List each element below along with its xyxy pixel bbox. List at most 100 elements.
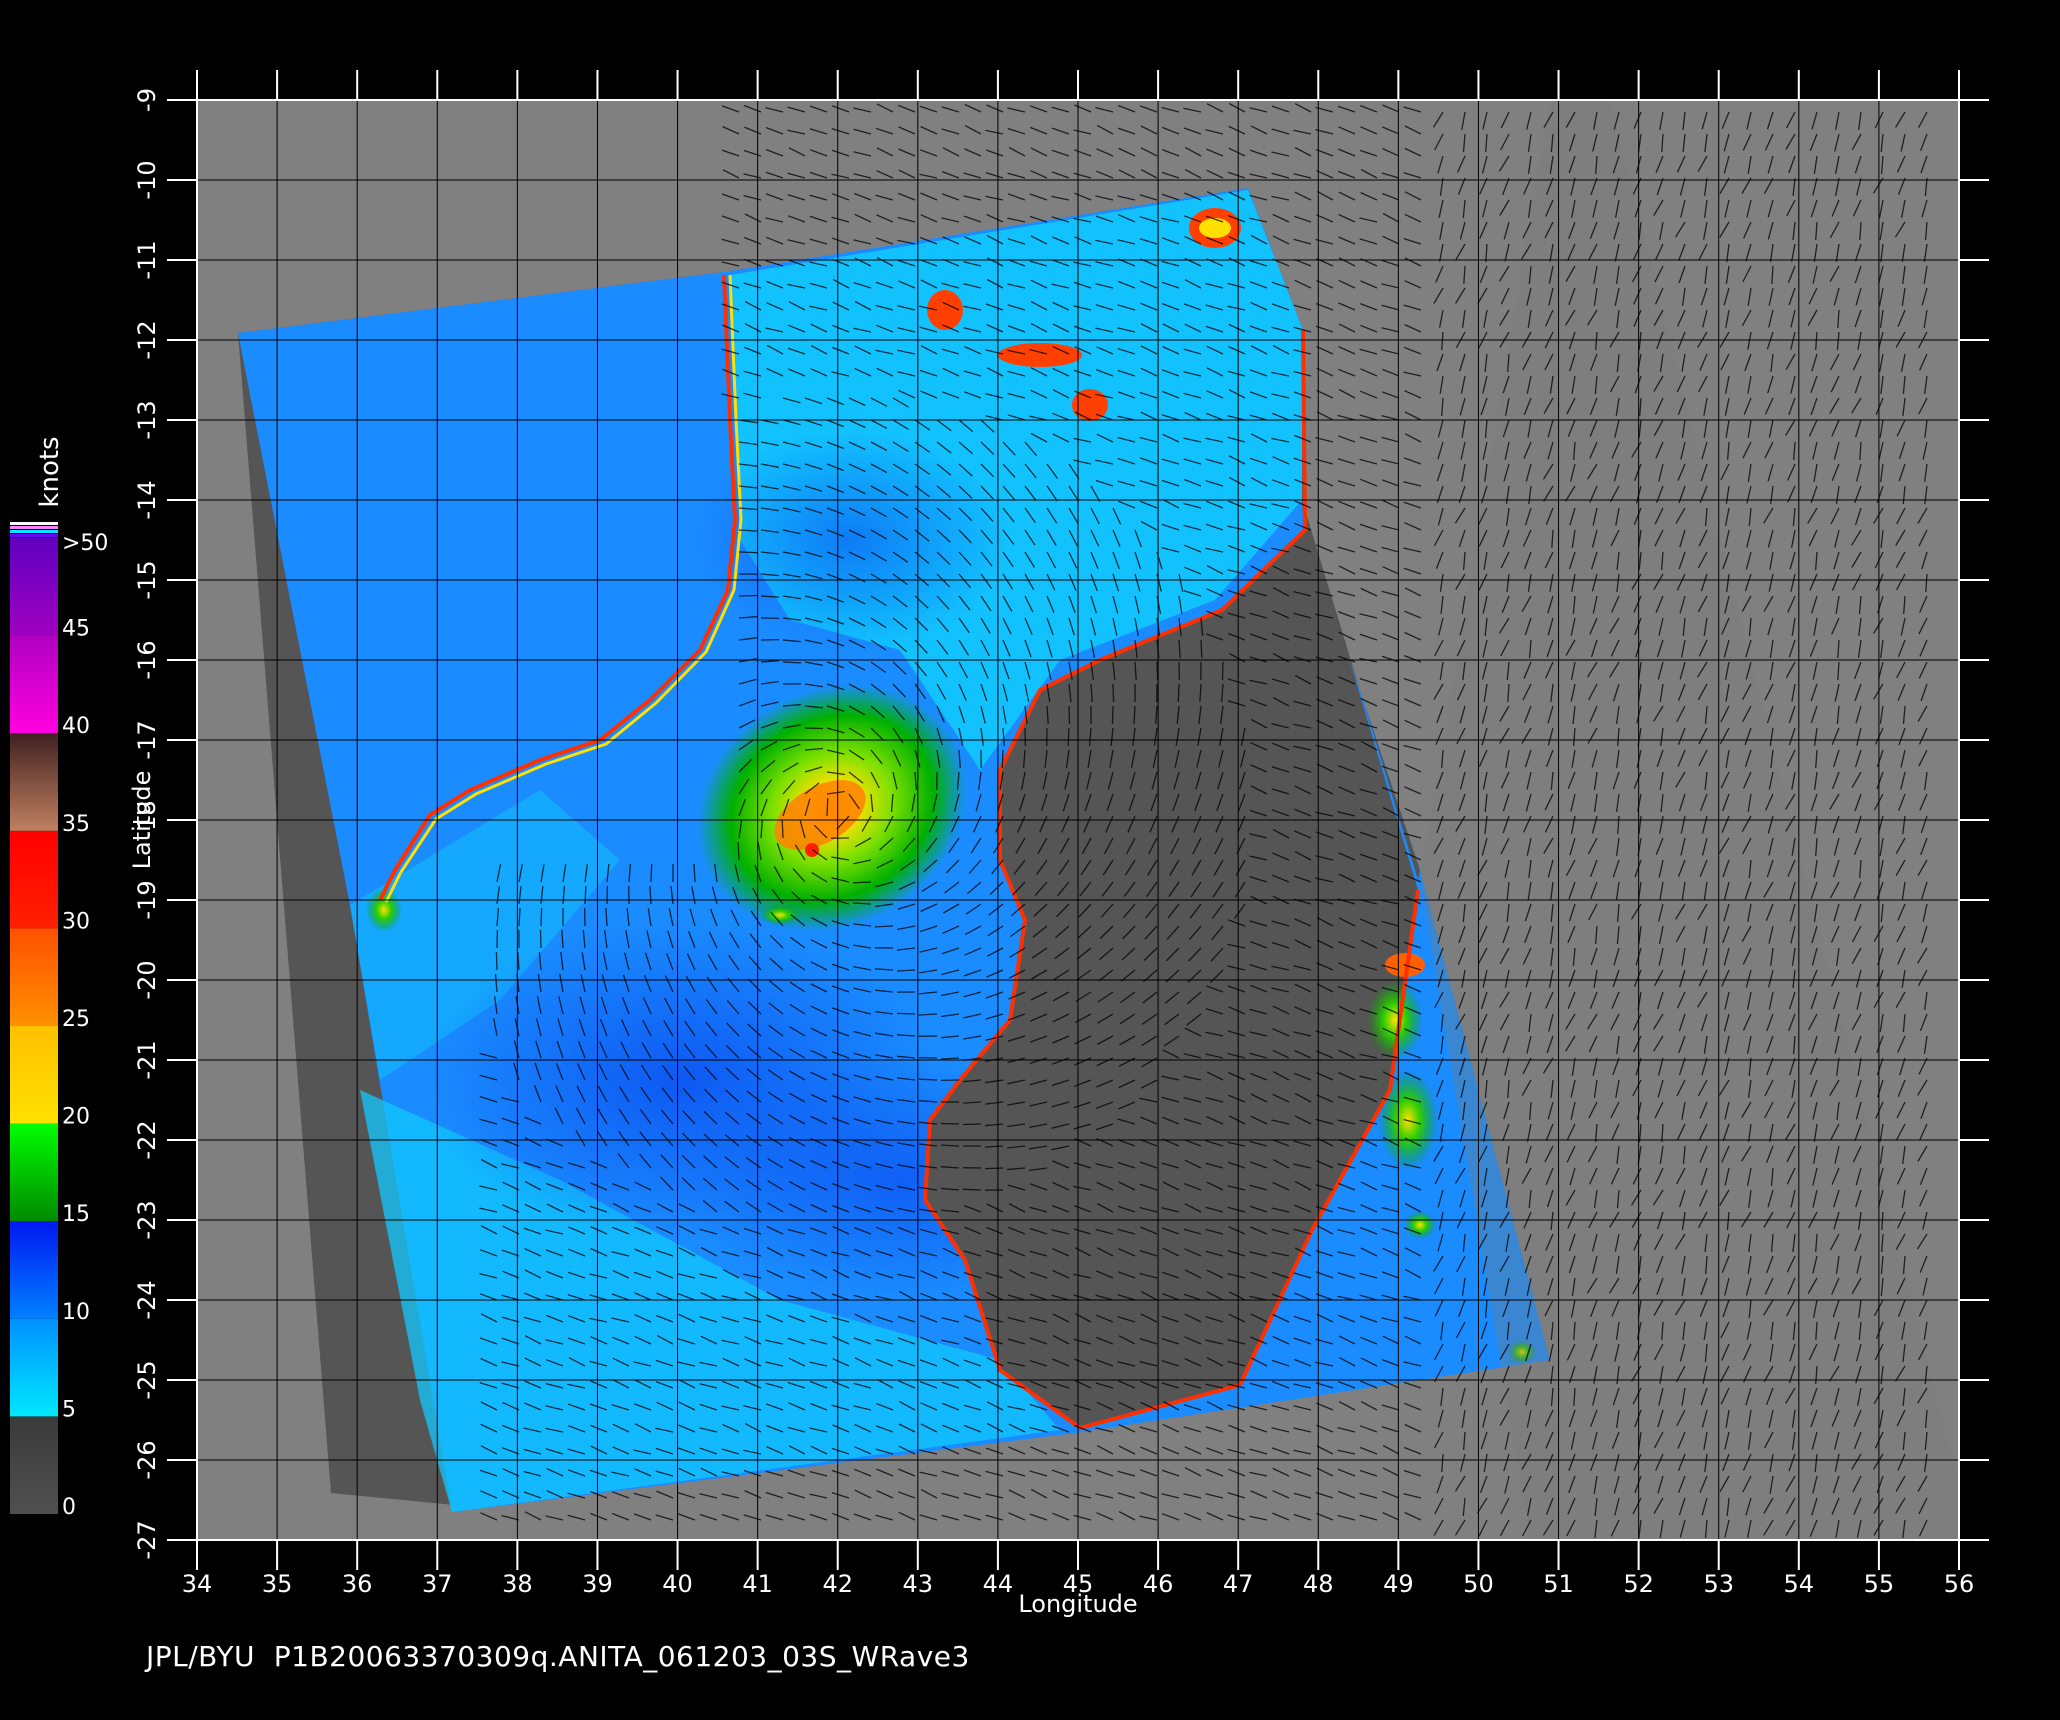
- y-tick-label: -14: [133, 480, 161, 519]
- y-tick-label: -17: [133, 720, 161, 759]
- wind-vector: [495, 951, 498, 971]
- x-tick-label: 50: [1463, 1570, 1494, 1598]
- wind-vector: [1001, 749, 1004, 769]
- x-tick-label: 53: [1703, 1570, 1734, 1598]
- colorbar-label: 10: [62, 1300, 90, 1325]
- x-tick-label: 56: [1944, 1570, 1975, 1598]
- wind-vector: [940, 1144, 960, 1147]
- wind-map: 34 35 36 37 38 39 40 41 42 43 44 45 46 47 48 49 50 51 52 53…: [10, 70, 1989, 1618]
- x-tick-label: 46: [1143, 1570, 1174, 1598]
- x-tick-label: 43: [903, 1570, 934, 1598]
- x-tick-label: 40: [662, 1570, 693, 1598]
- y-tick-label: -13: [133, 400, 161, 439]
- colorbar-stripe: [10, 530, 58, 533]
- y-tick-label: -12: [133, 320, 161, 359]
- y-axis-title: Latitude: [128, 771, 156, 870]
- wind-vector: [539, 929, 542, 949]
- wind-vector: [1111, 705, 1114, 725]
- x-tick-label: 47: [1223, 1570, 1254, 1598]
- colorbar-stripe: [10, 522, 58, 525]
- x-tick-label: 36: [342, 1570, 373, 1598]
- y-tick-label: -11: [133, 240, 161, 279]
- colorbar-band: [10, 635, 58, 734]
- colorbar-label: 15: [62, 1202, 90, 1227]
- colorbar-unit-label: knots: [35, 436, 65, 507]
- colorbar-label: 35: [62, 812, 90, 837]
- colorbar-band: [10, 538, 58, 636]
- x-tick-label: 37: [422, 1570, 453, 1598]
- colorbar-label: 40: [62, 714, 90, 739]
- colorbar-label: 25: [62, 1007, 90, 1032]
- colorbar-band: [10, 830, 58, 929]
- colorbar-label: 0: [62, 1495, 76, 1520]
- wind-vector: [1067, 727, 1070, 747]
- x-tick-label: 51: [1543, 1570, 1574, 1598]
- wind-vector: [1221, 661, 1224, 681]
- wind-vector: [804, 727, 824, 730]
- x-tick-label: 42: [822, 1570, 853, 1598]
- x-tick-label: 54: [1784, 1570, 1815, 1598]
- x-tick-label: 48: [1303, 1570, 1334, 1598]
- x-tick-label: 52: [1623, 1570, 1654, 1598]
- y-tick-label: -22: [133, 1120, 161, 1159]
- wind-vector: [896, 1012, 916, 1015]
- wind-vector: [1200, 639, 1203, 659]
- y-tick-label: -10: [133, 160, 161, 199]
- wind-vector: [962, 1188, 982, 1191]
- y-tick-label: -26: [133, 1440, 161, 1479]
- wind-vector: [918, 1078, 938, 1081]
- y-tick-label: -25: [133, 1360, 161, 1399]
- colorbar-band: [10, 733, 58, 831]
- wind-vector: [852, 881, 872, 884]
- colorbar: >50 45 40 35 30 25 20 15 10 5 0: [10, 522, 108, 1520]
- y-tick-label: -27: [133, 1520, 161, 1559]
- colorbar-label: 45: [62, 617, 90, 642]
- wind-vector: [1177, 683, 1180, 703]
- wind-vector: [738, 594, 758, 597]
- hot-spot: [998, 343, 1082, 367]
- wind-vector: [874, 925, 894, 928]
- colorbar-band: [10, 1123, 58, 1222]
- colorbar-label: 30: [62, 909, 90, 934]
- colorbar-label: >50: [62, 531, 108, 556]
- wind-vector: [782, 661, 802, 664]
- x-tick-label: 34: [182, 1570, 213, 1598]
- wind-vector: [1112, 683, 1115, 703]
- colorbar-stripe: [10, 526, 58, 529]
- y-tick-label: -19: [133, 880, 161, 919]
- footer-product-id: JPL/BYU P1B20063370309q.ANITA_061203_03S…: [146, 1640, 970, 1673]
- x-axis-title: Longitude: [1018, 1590, 1137, 1618]
- colorbar-band: [10, 1026, 58, 1124]
- y-tick-label: -9: [133, 88, 161, 112]
- wind-vector: [738, 551, 758, 554]
- colorbar-band: [10, 1416, 58, 1514]
- wind-vector: [650, 863, 653, 883]
- x-tick-label: 44: [983, 1570, 1014, 1598]
- y-tick-label: -23: [133, 1200, 161, 1239]
- y-tick-label: -16: [133, 640, 161, 679]
- y-tick-label: -20: [133, 960, 161, 999]
- colorbar-band: [10, 1221, 58, 1319]
- wind-vector: [826, 797, 829, 817]
- colorbar-stripe: [10, 534, 58, 537]
- y-tick-label: -21: [133, 1040, 161, 1079]
- wind-vector: [1068, 705, 1071, 725]
- colorbar-label: 5: [62, 1397, 76, 1422]
- wind-vector: [584, 885, 587, 905]
- colorbar-label: 20: [62, 1105, 90, 1130]
- wind-vector: [940, 1122, 960, 1125]
- y-tick-label: -15: [133, 560, 161, 599]
- x-tick-label: 38: [502, 1570, 533, 1598]
- x-tick-label: 55: [1864, 1570, 1895, 1598]
- x-tick-label: 41: [742, 1570, 773, 1598]
- colorbar-band: [10, 1318, 58, 1417]
- x-tick-label: 39: [582, 1570, 613, 1598]
- x-tick-label: 49: [1383, 1570, 1414, 1598]
- y-tick-label: -24: [133, 1280, 161, 1319]
- wind-vector: [540, 907, 543, 927]
- x-tick-label: 35: [262, 1570, 293, 1598]
- wind-vector: [737, 841, 740, 861]
- wind-vector: [962, 1123, 982, 1126]
- wind-vector: [781, 819, 784, 839]
- hot-spot: [1199, 218, 1231, 238]
